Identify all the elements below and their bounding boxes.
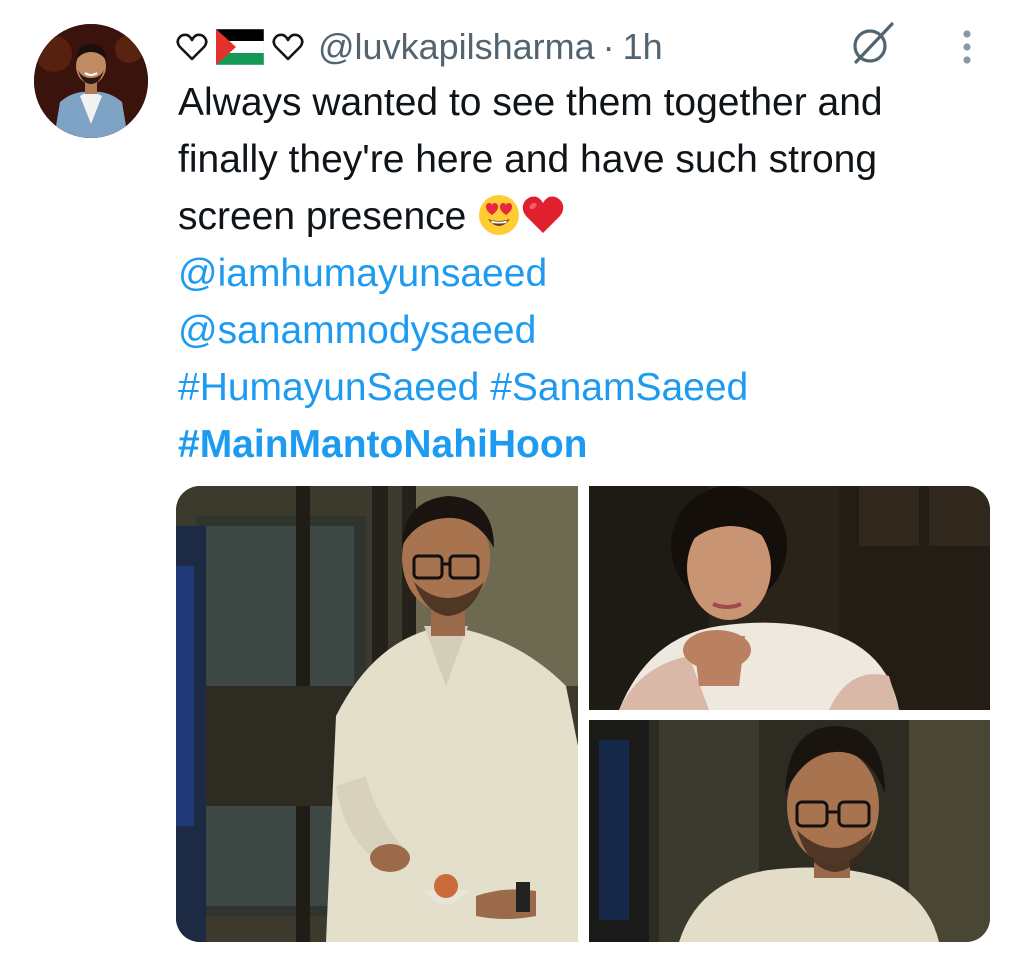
media-image[interactable] bbox=[589, 486, 990, 710]
man-closeup-image bbox=[589, 720, 990, 942]
mention-link[interactable]: @sanammodysaeed bbox=[178, 302, 998, 359]
woman-thinking-image bbox=[589, 486, 990, 710]
man-with-dessert-image bbox=[176, 486, 578, 942]
hashtag-link[interactable]: #HumayunSaeed bbox=[178, 366, 479, 409]
tweet-time[interactable]: 1h bbox=[623, 26, 663, 68]
media-image[interactable] bbox=[589, 720, 990, 942]
tweet-text-line-with-emoji: screen presence bbox=[178, 188, 998, 245]
heart-eyes-emoji-icon bbox=[479, 195, 520, 235]
tweet-text-line: screen presence bbox=[178, 195, 467, 238]
separator-dot: · bbox=[602, 26, 615, 67]
heart-outline-icon bbox=[176, 33, 208, 61]
palestine-flag-icon bbox=[216, 29, 264, 65]
user-handle[interactable]: @luvkapilsharma bbox=[318, 26, 595, 68]
tweet-text-line: Always wanted to see them together and bbox=[178, 81, 883, 124]
hashtags-line: #HumayunSaeed #SanamSaeed bbox=[178, 359, 998, 416]
grok-icon[interactable] bbox=[846, 18, 898, 70]
avatar-image bbox=[34, 24, 148, 138]
avatar[interactable] bbox=[34, 24, 148, 138]
mention-link[interactable]: @iamhumayunsaeed bbox=[178, 245, 998, 302]
media-image[interactable] bbox=[176, 486, 578, 942]
hashtag-link[interactable]: #MainMantoNahiHoon bbox=[178, 416, 998, 473]
more-options-icon[interactable] bbox=[952, 26, 982, 68]
media-grid bbox=[176, 486, 990, 942]
heart-outline-icon bbox=[272, 33, 304, 61]
hashtag-link[interactable]: #SanamSaeed bbox=[490, 366, 748, 409]
tweet-header: @luvkapilsharma · 1h bbox=[176, 22, 663, 72]
tweet-text: Always wanted to see them together and f… bbox=[178, 74, 998, 473]
red-heart-emoji-icon bbox=[522, 196, 564, 233]
tweet-text-line: finally they're here and have such stron… bbox=[178, 138, 878, 181]
